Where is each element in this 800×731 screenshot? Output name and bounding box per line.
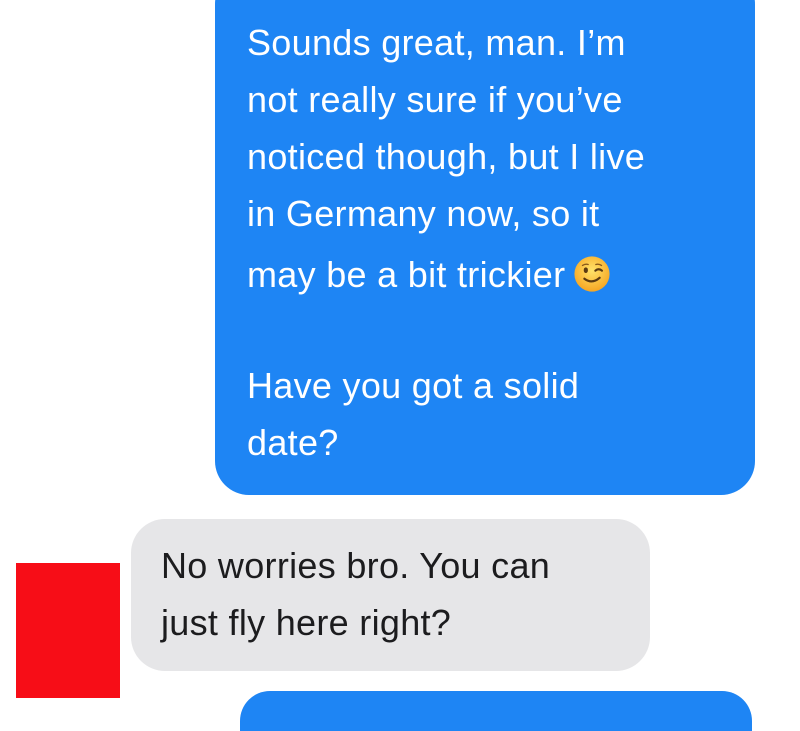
message-text-line: just fly here right? xyxy=(161,602,452,643)
message-text-line: Have you got a solid xyxy=(247,365,580,406)
avatar-redaction-block xyxy=(16,563,120,698)
incoming-message-bubble[interactable]: No worries bro. You can just fly here ri… xyxy=(131,519,650,671)
message-text-line: date? xyxy=(247,422,339,463)
message-text-line: Sounds great, man. I’m xyxy=(247,22,626,63)
message-text-line: No worries bro. You can xyxy=(161,545,551,586)
message-text-line-with-emoji: may be a bit trickier xyxy=(247,246,725,303)
message-text-line: not really sure if you’ve xyxy=(247,79,623,120)
winking-face-emoji-icon xyxy=(574,256,610,292)
message-text-line: in Germany now, so it xyxy=(247,193,600,234)
next-outgoing-message-bubble[interactable] xyxy=(240,691,752,731)
message-text: may be a bit trickier xyxy=(247,254,566,295)
message-text-line: noticed though, but I live xyxy=(247,136,646,177)
outgoing-message-bubble[interactable]: Sounds great, man. I’m not really sure i… xyxy=(215,0,755,495)
